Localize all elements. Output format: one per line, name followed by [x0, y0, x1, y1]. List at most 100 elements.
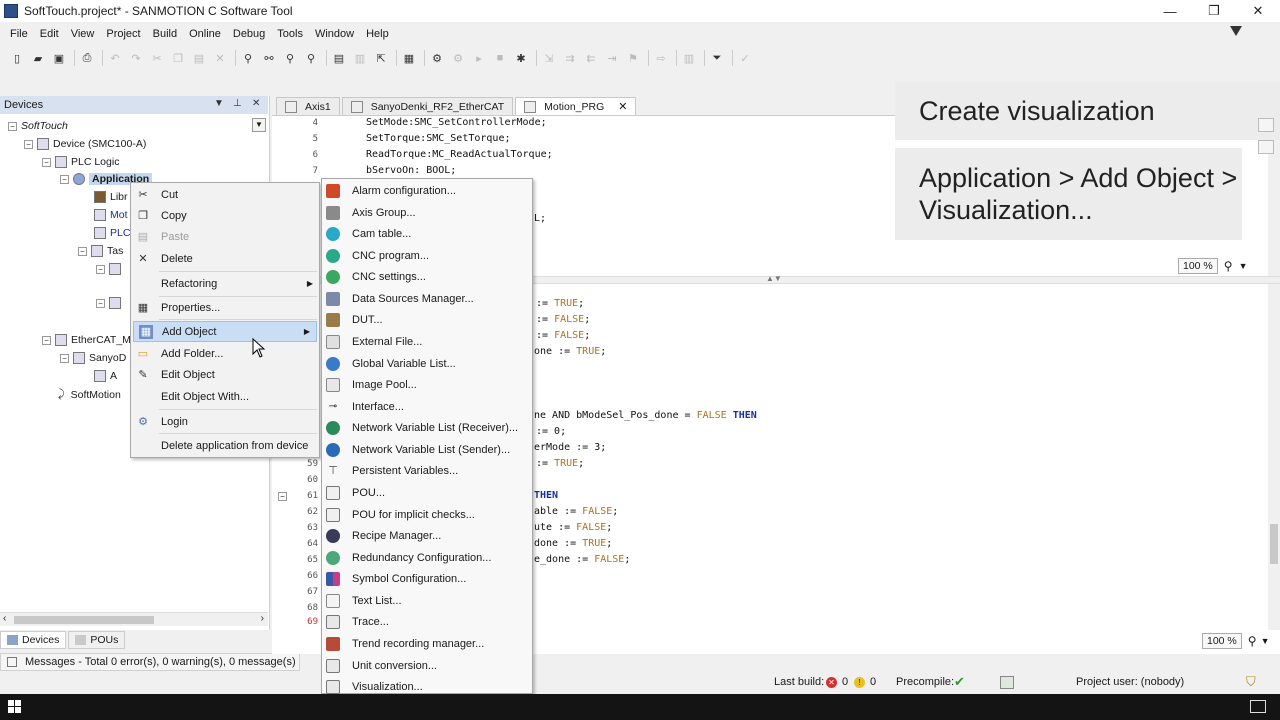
print-icon[interactable]: ⎙	[78, 50, 96, 66]
menu-build[interactable]: Build	[147, 28, 183, 40]
undo-icon[interactable]: ↶	[106, 50, 124, 66]
filter-icon[interactable]	[1230, 26, 1242, 36]
collapse-icon[interactable]: −	[42, 157, 51, 167]
scroll-right-icon[interactable]: ›	[261, 613, 264, 624]
filter-toolbar-icon[interactable]: ⏷	[708, 50, 726, 66]
build-icon[interactable]: ▦	[400, 50, 418, 66]
menu-item-login[interactable]: ⚙ Login	[131, 411, 319, 432]
tree-item-task-config[interactable]: −	[96, 263, 125, 275]
find-prev-icon[interactable]: ⚲	[302, 50, 320, 66]
submenu-trace[interactable]: Trace...	[322, 611, 532, 632]
panel-menu-icon[interactable]: ▼	[214, 98, 224, 109]
tree-item-sanyo[interactable]: − SanyoD	[60, 352, 126, 364]
collapse-icon[interactable]: −	[60, 353, 69, 363]
new-icon[interactable]: ▯	[8, 50, 26, 66]
splitter-arrows-icon[interactable]: ▲▼	[766, 274, 782, 283]
zoom-top[interactable]: 100 % ⚲ ▼	[1178, 258, 1248, 274]
collapse-icon[interactable]: −	[24, 139, 33, 149]
tree-item-softmotion[interactable]: ⤸ SoftMotion	[58, 388, 121, 401]
restore-button[interactable]: ❐	[1192, 0, 1236, 22]
chevron-down-icon[interactable]: ▼	[1239, 261, 1248, 271]
submenu-nvl-sender[interactable]: Network Variable List (Sender)...	[322, 439, 532, 460]
menu-edit[interactable]: Edit	[34, 28, 65, 40]
logout-icon[interactable]: ⚙	[449, 50, 467, 66]
menu-item-properties[interactable]: ▦ Properties...	[131, 297, 319, 318]
settings-icon[interactable]: ✱	[512, 50, 530, 66]
submenu-redundancy-configuration[interactable]: Redundancy Configuration...	[322, 547, 532, 568]
properties-icon[interactable]	[1258, 140, 1274, 154]
zoom-bottom[interactable]: 100 % ⚲ ▼	[1202, 633, 1270, 649]
scroll-left-icon[interactable]: ‹	[3, 613, 6, 624]
delete-icon[interactable]: ✕	[211, 50, 229, 66]
submenu-data-sources-manager[interactable]: Data Sources Manager...	[322, 288, 532, 309]
bottom-editor-scrollbar[interactable]	[1268, 284, 1280, 630]
submenu-persistent-variables[interactable]: ⊤ Persistent Variables...	[322, 460, 532, 481]
submenu-symbol-configuration[interactable]: Symbol Configuration...	[322, 568, 532, 589]
menu-view[interactable]: View	[65, 28, 101, 40]
submenu-trend-recording-manager[interactable]: Trend recording manager...	[322, 633, 532, 654]
pin-icon[interactable]: ⊥	[233, 98, 242, 109]
run-to-cursor-icon[interactable]: ⇥	[603, 50, 621, 66]
submenu-pou-implicit-checks[interactable]: POU for implicit checks...	[322, 504, 532, 525]
compile-settings-icon[interactable]	[1000, 675, 1014, 689]
tab-sanyodenki[interactable]: SanyoDenki_RF2_EtherCAT	[341, 97, 514, 115]
tree-item-task-2[interactable]: −	[96, 297, 125, 309]
menu-item-edit-object-with[interactable]: Edit Object With...	[131, 386, 319, 407]
step-out-icon[interactable]: ⇇	[582, 50, 600, 66]
layout-icon[interactable]: ▥	[351, 50, 369, 66]
tree-item-library[interactable]: Libr	[94, 191, 128, 203]
scrollbar-thumb[interactable]	[1270, 524, 1278, 564]
paste-icon[interactable]: ▤	[190, 50, 208, 66]
menu-item-copy[interactable]: ❐ Copy	[131, 205, 319, 226]
replace-icon[interactable]: ⚯	[260, 50, 278, 66]
copy-icon[interactable]: ❐	[169, 50, 187, 66]
close-tab-icon[interactable]: ✕	[618, 100, 627, 113]
find-next-icon[interactable]: ⚲	[281, 50, 299, 66]
menu-help[interactable]: Help	[360, 28, 395, 40]
chevron-down-icon[interactable]: ▼	[1261, 636, 1270, 646]
menu-online[interactable]: Online	[183, 28, 227, 40]
submenu-image-pool[interactable]: Image Pool...	[322, 374, 532, 395]
menu-tools[interactable]: Tools	[271, 28, 309, 40]
menu-project[interactable]: Project	[100, 28, 146, 40]
messages-bar[interactable]: Messages - Total 0 error(s), 0 warning(s…	[0, 653, 300, 671]
menu-item-delete[interactable]: ✕ Delete	[131, 248, 319, 269]
menu-file[interactable]: File	[4, 28, 34, 40]
zoom-icon[interactable]: ⚲	[1248, 634, 1257, 648]
check-icon[interactable]: ✓	[736, 50, 754, 66]
scrollbar-thumb[interactable]	[14, 616, 154, 624]
minimize-button[interactable]: —	[1148, 0, 1192, 22]
run-icon[interactable]: ▸	[470, 50, 488, 66]
tree-item-plc-prg[interactable]: PLC	[94, 227, 130, 239]
stop-icon[interactable]: ■	[491, 50, 509, 66]
menu-window[interactable]: Window	[309, 28, 360, 40]
close-panel-icon[interactable]: ✕	[252, 98, 260, 109]
submenu-interface[interactable]: ⊸ Interface...	[322, 396, 532, 417]
menu-item-add-object[interactable]: ▦ Add Object ▶	[133, 321, 317, 342]
step-into-icon[interactable]: ⇲	[540, 50, 558, 66]
zoom-level[interactable]: 100 %	[1202, 633, 1242, 649]
collapse-icon[interactable]: −	[78, 246, 87, 256]
windows-start-icon[interactable]	[8, 700, 22, 714]
zoom-level[interactable]: 100 %	[1178, 258, 1218, 274]
submenu-unit-conversion[interactable]: Unit conversion...	[322, 655, 532, 676]
submenu-cnc-program[interactable]: CNC program...	[322, 245, 532, 266]
menu-item-delete-application[interactable]: Delete application from device	[131, 435, 319, 456]
submenu-text-list[interactable]: Text List...	[322, 590, 532, 611]
menu-item-refactoring[interactable]: Refactoring ▶	[131, 273, 319, 294]
zoom-icon[interactable]: ⚲	[1224, 259, 1233, 273]
login-icon[interactable]: ⚙	[428, 50, 446, 66]
menu-item-cut[interactable]: ✂ Cut	[131, 184, 319, 205]
menu-debug[interactable]: Debug	[227, 28, 271, 40]
submenu-alarm-configuration[interactable]: Alarm configuration...	[322, 180, 532, 201]
tab-axis1[interactable]: Axis1	[276, 97, 340, 115]
toolbox-icon[interactable]	[1258, 118, 1274, 132]
fold-icon[interactable]: −	[278, 492, 287, 501]
tree-dropdown-icon[interactable]: ▼	[252, 118, 266, 132]
submenu-recipe-manager[interactable]: Recipe Manager...	[322, 525, 532, 546]
collapse-icon[interactable]: −	[60, 174, 69, 184]
write-values-icon[interactable]: ▥	[680, 50, 698, 66]
menu-item-paste[interactable]: ▤ Paste	[131, 226, 319, 247]
open-icon[interactable]: ▰	[29, 50, 47, 66]
notifications-icon[interactable]	[1250, 700, 1266, 713]
